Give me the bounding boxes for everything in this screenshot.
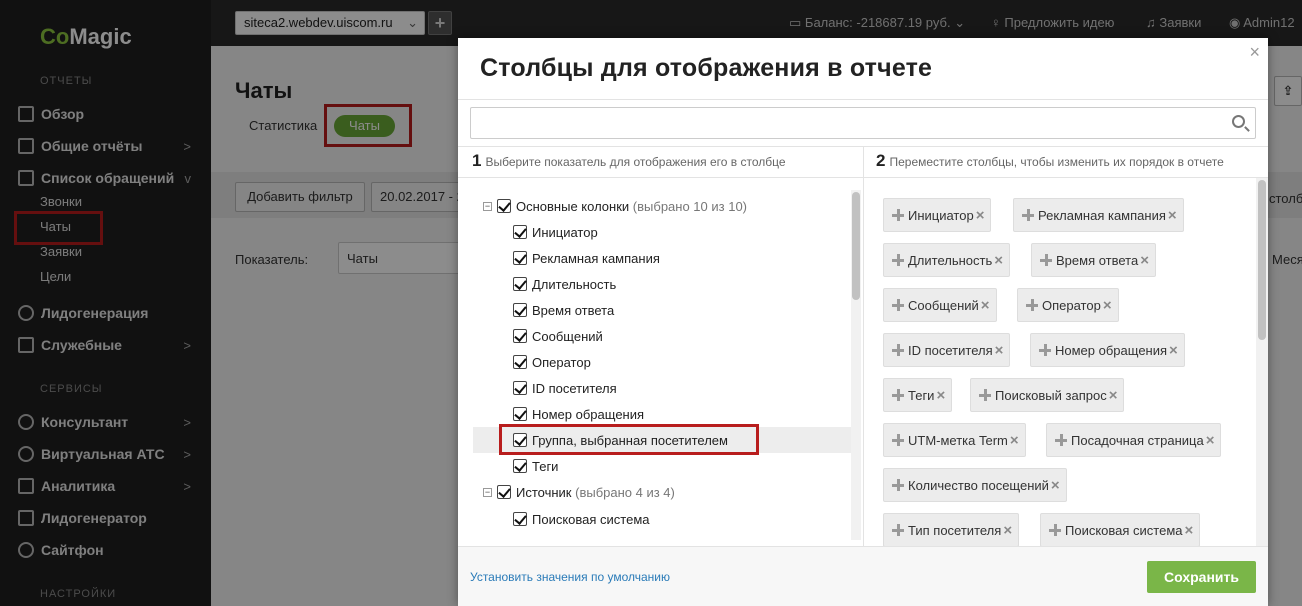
column-chip[interactable]: Номер обращения × bbox=[1030, 333, 1185, 367]
scrollbar-thumb[interactable] bbox=[1258, 180, 1266, 340]
selected-columns: Инициатор × Рекламная кампания × Длительно… bbox=[864, 178, 1268, 546]
tree-item[interactable]: Теги bbox=[458, 453, 853, 479]
drag-handle-icon[interactable] bbox=[892, 434, 904, 446]
remove-icon[interactable]: × bbox=[1168, 207, 1177, 224]
drag-handle-icon[interactable] bbox=[1026, 299, 1038, 311]
checkbox-checked[interactable] bbox=[513, 459, 527, 473]
drag-handle-icon[interactable] bbox=[1022, 209, 1034, 221]
step1-header: 1 Выберите показатель для отображения его… bbox=[472, 151, 786, 170]
drag-handle-icon[interactable] bbox=[892, 344, 904, 356]
drag-handle-icon[interactable] bbox=[892, 389, 904, 401]
search-input[interactable] bbox=[470, 107, 1256, 139]
search-icon[interactable] bbox=[1232, 115, 1245, 128]
app: CoMagic ОТЧЕТЫ Обзор Общие отчёты > Списо… bbox=[0, 0, 1302, 606]
drag-handle-icon[interactable] bbox=[892, 479, 904, 491]
save-button[interactable]: Сохранить bbox=[1147, 561, 1256, 593]
column-chip[interactable]: Теги × bbox=[883, 378, 953, 412]
remove-icon[interactable]: × bbox=[1140, 252, 1149, 269]
checkbox-checked[interactable] bbox=[513, 251, 527, 265]
column-chip[interactable]: Инициатор × bbox=[883, 198, 992, 232]
remove-icon[interactable]: × bbox=[995, 342, 1004, 359]
close-icon[interactable]: × bbox=[1249, 42, 1260, 63]
remove-icon[interactable]: × bbox=[976, 207, 985, 224]
column-chip[interactable]: Поисковый запрос × bbox=[970, 378, 1125, 412]
drag-handle-icon[interactable] bbox=[892, 254, 904, 266]
remove-icon[interactable]: × bbox=[1206, 432, 1215, 449]
drag-handle-icon[interactable] bbox=[1040, 254, 1052, 266]
drag-handle-icon[interactable] bbox=[892, 524, 904, 536]
tree-item[interactable]: Время ответа bbox=[458, 297, 853, 323]
columns-modal: Столбцы для отображения в отчете × 1 Выбе… bbox=[458, 38, 1268, 606]
checkbox-checked[interactable] bbox=[497, 199, 511, 213]
checkbox-checked[interactable] bbox=[497, 485, 511, 499]
scrollbar-thumb[interactable] bbox=[852, 192, 860, 300]
column-chip[interactable]: Количество посещений × bbox=[883, 468, 1067, 502]
remove-icon[interactable]: × bbox=[1010, 432, 1019, 449]
tree-scrollbar[interactable] bbox=[851, 190, 861, 540]
tree-item[interactable]: Сообщений bbox=[458, 323, 853, 349]
column-chip[interactable]: Время ответа × bbox=[1031, 243, 1156, 277]
checkbox-checked[interactable] bbox=[513, 407, 527, 421]
column-chip[interactable]: Тип посетителя × bbox=[883, 513, 1020, 546]
column-chip[interactable]: Поисковая система × bbox=[1040, 513, 1201, 546]
tree-group-source[interactable]: − Источник (выбрано 4 из 4) bbox=[458, 479, 853, 505]
tree-item[interactable]: Оператор bbox=[458, 349, 853, 375]
tree-item[interactable]: Инициатор bbox=[458, 219, 853, 245]
chips-scrollbar[interactable] bbox=[1256, 178, 1268, 546]
modal-title: Столбцы для отображения в отчете bbox=[480, 54, 933, 82]
remove-icon[interactable]: × bbox=[994, 252, 1003, 269]
checkbox-checked[interactable] bbox=[513, 329, 527, 343]
modal-footer: Установить значения по умолчанию Сохрани… bbox=[458, 546, 1268, 606]
drag-handle-icon[interactable] bbox=[979, 389, 991, 401]
drag-handle-icon[interactable] bbox=[892, 209, 904, 221]
tree-item[interactable]: Длительность bbox=[458, 271, 853, 297]
column-chip[interactable]: Посадочная страница × bbox=[1046, 423, 1222, 457]
checkbox-checked[interactable] bbox=[513, 277, 527, 291]
collapse-icon[interactable]: − bbox=[483, 487, 492, 497]
remove-icon[interactable]: × bbox=[981, 297, 990, 314]
column-chip[interactable]: ID посетителя × bbox=[883, 333, 1011, 367]
remove-icon[interactable]: × bbox=[1003, 522, 1012, 539]
column-chip[interactable]: Длительность × bbox=[883, 243, 1011, 277]
tree-item[interactable]: Рекламная кампания bbox=[458, 245, 853, 271]
drag-handle-icon[interactable] bbox=[892, 299, 904, 311]
checkbox-checked[interactable] bbox=[513, 381, 527, 395]
checkbox-checked[interactable] bbox=[513, 355, 527, 369]
checkbox-checked[interactable] bbox=[513, 512, 527, 526]
tree-item[interactable]: ID посетителя bbox=[458, 375, 853, 401]
step2-header: 2 Переместите столбцы, чтобы изменить их … bbox=[876, 151, 1224, 170]
checkbox-checked[interactable] bbox=[513, 225, 527, 239]
highlight-box bbox=[499, 424, 759, 455]
remove-icon[interactable]: × bbox=[1109, 387, 1118, 404]
drag-handle-icon[interactable] bbox=[1055, 434, 1067, 446]
remove-icon[interactable]: × bbox=[1169, 342, 1178, 359]
drag-handle-icon[interactable] bbox=[1049, 524, 1061, 536]
divider bbox=[458, 99, 1268, 100]
tree-group-main[interactable]: − Основные колонки (выбрано 10 из 10) bbox=[458, 193, 853, 219]
remove-icon[interactable]: × bbox=[1051, 477, 1060, 494]
reset-defaults-link[interactable]: Установить значения по умолчанию bbox=[470, 570, 670, 584]
collapse-icon[interactable]: − bbox=[483, 201, 492, 211]
column-chip[interactable]: Рекламная кампания × bbox=[1013, 198, 1184, 232]
remove-icon[interactable]: × bbox=[1185, 522, 1194, 539]
remove-icon[interactable]: × bbox=[936, 387, 945, 404]
remove-icon[interactable]: × bbox=[1103, 297, 1112, 314]
indicator-tree: − Основные колонки (выбрано 10 из 10) Ин… bbox=[458, 178, 862, 546]
tree-item[interactable]: Поисковая система bbox=[458, 506, 853, 532]
column-chip[interactable]: Оператор × bbox=[1017, 288, 1119, 322]
column-chip[interactable]: Сообщений × bbox=[883, 288, 997, 322]
column-chip[interactable]: UTM-метка Term × bbox=[883, 423, 1026, 457]
checkbox-checked[interactable] bbox=[513, 303, 527, 317]
drag-handle-icon[interactable] bbox=[1039, 344, 1051, 356]
